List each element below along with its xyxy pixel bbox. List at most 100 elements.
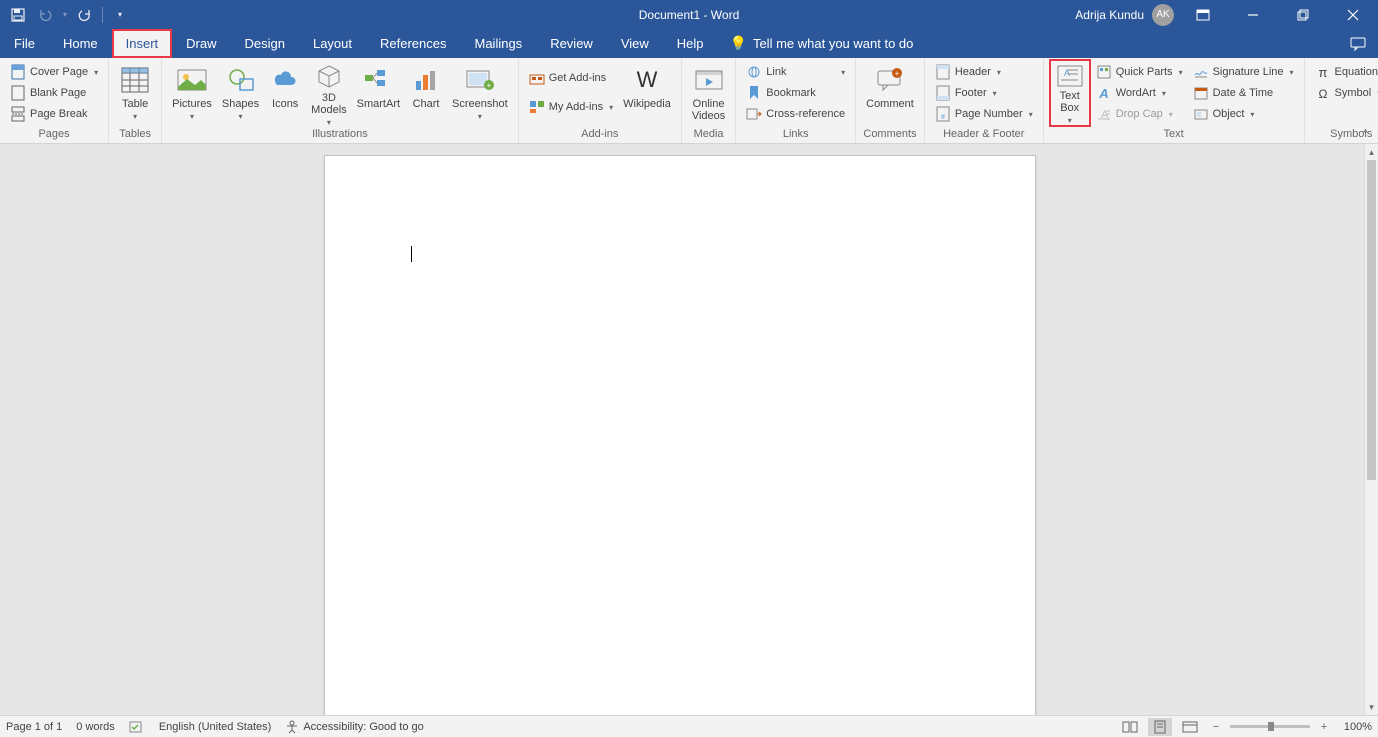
link-button[interactable]: Link▾ (742, 62, 849, 82)
shapes-button[interactable]: Shapes▾ (218, 60, 263, 126)
tell-me-search[interactable]: 💡 Tell me what you want to do (730, 29, 914, 58)
tab-layout[interactable]: Layout (299, 29, 366, 58)
status-spellcheck-icon[interactable] (129, 720, 145, 734)
page-break-button[interactable]: Page Break (6, 104, 102, 124)
tab-file[interactable]: File (0, 29, 49, 58)
tab-home[interactable]: Home (49, 29, 112, 58)
zoom-level[interactable]: 100% (1338, 721, 1372, 733)
text-cursor (411, 246, 412, 262)
cross-reference-button[interactable]: Cross-reference (742, 104, 849, 124)
cover-page-button[interactable]: Cover Page▾ (6, 62, 102, 82)
zoom-out-button[interactable]: − (1208, 721, 1224, 733)
header-icon (935, 64, 951, 80)
close-button[interactable] (1332, 1, 1374, 29)
date-time-button[interactable]: Date & Time (1189, 83, 1298, 103)
get-addins-button[interactable]: Get Add-ins (525, 68, 617, 88)
smartart-button[interactable]: SmartArt (353, 60, 404, 126)
tab-design[interactable]: Design (231, 29, 299, 58)
quickparts-icon (1096, 64, 1112, 80)
my-addins-button[interactable]: My Add-ins▾ (525, 97, 617, 117)
user-name[interactable]: Adrija Kundu (1075, 8, 1144, 22)
3d-models-icon (313, 64, 345, 90)
group-label-comments: Comments (862, 127, 918, 143)
footer-icon (935, 85, 951, 101)
signature-line-button[interactable]: Signature Line▾ (1189, 62, 1298, 82)
blank-page-button[interactable]: Blank Page (6, 83, 102, 103)
lightbulb-icon: 💡 (730, 35, 747, 52)
object-button[interactable]: Object▾ (1189, 104, 1298, 124)
bookmark-button[interactable]: Bookmark (742, 83, 849, 103)
status-page[interactable]: Page 1 of 1 (6, 721, 62, 733)
save-button[interactable] (6, 3, 30, 27)
scroll-up-icon[interactable]: ▴ (1365, 144, 1378, 160)
view-read-mode[interactable] (1118, 718, 1142, 736)
status-accessibility[interactable]: Accessibility: Good to go (285, 720, 423, 734)
status-words[interactable]: 0 words (76, 721, 115, 733)
vertical-scrollbar[interactable]: ▴ ▾ (1364, 144, 1378, 715)
text-box-icon: A (1054, 64, 1086, 88)
footer-button[interactable]: Footer▾ (931, 83, 1037, 103)
icons-button[interactable]: Icons (265, 60, 305, 126)
group-header-footer: Header▾ Footer▾ #Page Number▾ Header & F… (925, 58, 1044, 143)
comment-button[interactable]: +Comment (862, 60, 918, 126)
qat-customize[interactable]: ▾ (108, 3, 132, 27)
page-break-icon (10, 106, 26, 122)
group-label-illustrations: Illustrations (168, 127, 512, 143)
zoom-slider[interactable] (1230, 725, 1310, 728)
tab-mailings[interactable]: Mailings (461, 29, 537, 58)
tab-insert[interactable]: Insert (112, 29, 173, 58)
drop-cap-button[interactable]: ADrop Cap▾ (1092, 104, 1187, 124)
view-print-layout[interactable] (1148, 718, 1172, 736)
tab-help[interactable]: Help (663, 29, 718, 58)
scroll-thumb[interactable] (1367, 160, 1376, 480)
zoom-in-button[interactable]: + (1316, 721, 1332, 733)
svg-text:A: A (1098, 86, 1108, 100)
quick-parts-button[interactable]: Quick Parts▾ (1092, 62, 1187, 82)
group-label-links: Links (742, 127, 849, 143)
table-icon (119, 64, 151, 96)
group-pages: Cover Page▾ Blank Page Page Break Pages (0, 58, 109, 143)
ribbon: Cover Page▾ Blank Page Page Break Pages … (0, 58, 1378, 144)
status-language[interactable]: English (United States) (159, 721, 272, 733)
text-box-button[interactable]: AText Box▾ (1050, 60, 1090, 126)
tab-review[interactable]: Review (536, 29, 607, 58)
header-button[interactable]: Header▾ (931, 62, 1037, 82)
tab-references[interactable]: References (366, 29, 460, 58)
undo-dropdown[interactable]: ▾ (60, 3, 70, 27)
undo-button[interactable] (33, 3, 57, 27)
ribbon-display-button[interactable] (1182, 1, 1224, 29)
comments-pane-button[interactable] (1338, 29, 1378, 58)
page-number-button[interactable]: #Page Number▾ (931, 104, 1037, 124)
title-bar: ▾ ▾ Document1 - Word Adrija Kundu AK (0, 0, 1378, 29)
wikipedia-button[interactable]: WWikipedia (619, 60, 675, 126)
table-button[interactable]: Table▾ (115, 60, 155, 126)
comment-icon: + (874, 64, 906, 96)
minimize-button[interactable] (1232, 1, 1274, 29)
chart-button[interactable]: Chart (406, 60, 446, 126)
tab-draw[interactable]: Draw (172, 29, 230, 58)
tab-view[interactable]: View (607, 29, 663, 58)
pictures-button[interactable]: Pictures▾ (168, 60, 216, 126)
shapes-icon (225, 64, 257, 96)
wordart-icon: A (1096, 85, 1112, 101)
wordart-button[interactable]: AWordArt▾ (1092, 83, 1187, 103)
group-addins: Get Add-ins My Add-ins▾ WWikipedia Add-i… (519, 58, 682, 143)
screenshot-button[interactable]: +Screenshot▾ (448, 60, 512, 126)
view-web-layout[interactable] (1178, 718, 1202, 736)
redo-button[interactable] (73, 3, 97, 27)
svg-text:Ω: Ω (1318, 87, 1327, 100)
user-avatar[interactable]: AK (1152, 4, 1174, 26)
document-area[interactable] (0, 144, 1364, 715)
zoom-slider-thumb[interactable] (1268, 722, 1274, 731)
3d-models-button[interactable]: 3D Models▾ (307, 60, 350, 126)
document-page[interactable] (324, 155, 1036, 715)
group-tables: Table▾ Tables (109, 58, 162, 143)
online-videos-button[interactable]: Online Videos (688, 60, 729, 126)
group-label-addins: Add-ins (525, 127, 675, 143)
equation-icon: π (1315, 64, 1331, 80)
collapse-ribbon-button[interactable]: ⌃ (1361, 128, 1370, 141)
equation-button[interactable]: πEquation▾ (1311, 62, 1378, 82)
scroll-down-icon[interactable]: ▾ (1365, 699, 1378, 715)
symbol-button[interactable]: ΩSymbol▾ (1311, 83, 1378, 103)
maximize-button[interactable] (1282, 1, 1324, 29)
